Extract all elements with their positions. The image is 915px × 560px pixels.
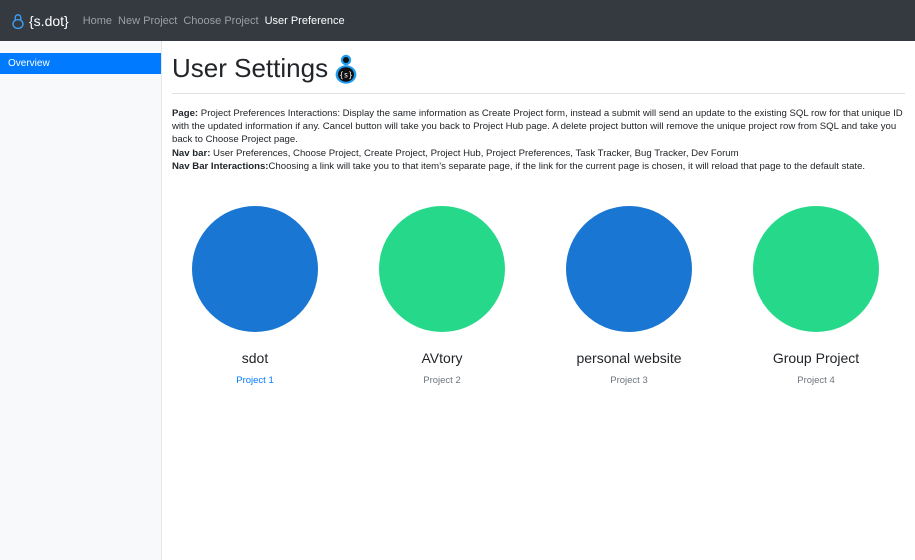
- project-name: Group Project: [772, 350, 860, 366]
- project-circle[interactable]: [379, 206, 505, 332]
- page-desc-line: Page: Project Preferences Interactions: …: [172, 107, 905, 147]
- project-card[interactable]: sdot Project 1: [185, 206, 325, 386]
- page-desc-text: Project Preferences Interactions: Displa…: [172, 108, 903, 146]
- nav-link-home[interactable]: Home: [83, 15, 112, 27]
- sidebar: Overview: [0, 41, 162, 560]
- nav-interactions-text: Choosing a link will take you to that it…: [268, 160, 866, 172]
- lock-person-icon: {s}: [335, 54, 357, 84]
- nav-link-new-project[interactable]: New Project: [118, 15, 177, 27]
- project-link[interactable]: Project 1: [236, 375, 274, 386]
- navbar-desc-label: Nav bar:: [172, 147, 211, 159]
- page-description: Page: Project Preferences Interactions: …: [172, 107, 905, 173]
- navbar-desc-text: User Preferences, Choose Project, Create…: [210, 147, 739, 159]
- main-content: User Settings {s} Page: Project Preferen…: [172, 41, 905, 386]
- navbar-desc-line: Nav bar: User Preferences, Choose Projec…: [172, 147, 905, 160]
- nav-interactions-label: Nav Bar Interactions:: [172, 160, 269, 172]
- project-circle[interactable]: [753, 206, 879, 332]
- top-navbar: {s.dot} Home New Project Choose Project …: [0, 0, 915, 41]
- page-header: User Settings {s}: [172, 50, 905, 94]
- nav-link-user-preference[interactable]: User Preference: [265, 15, 345, 27]
- page-title: User Settings: [172, 53, 329, 83]
- project-sub-label: Project 2: [423, 375, 461, 386]
- project-card[interactable]: AVtory Project 2: [372, 206, 512, 386]
- brand-label: {s.dot}: [29, 12, 69, 29]
- nav-link-choose-project[interactable]: Choose Project: [183, 15, 258, 27]
- sidebar-item-overview[interactable]: Overview: [0, 53, 161, 74]
- lock-person-icon: [12, 13, 24, 29]
- project-card[interactable]: Group Project Project 4: [746, 206, 886, 386]
- project-sub-label: Project 4: [797, 375, 835, 386]
- project-name: sdot: [241, 350, 269, 366]
- brand-link[interactable]: {s.dot}: [12, 13, 69, 29]
- project-circle[interactable]: [192, 206, 318, 332]
- project-name: AVtory: [421, 350, 463, 366]
- project-card[interactable]: personal website Project 3: [559, 206, 699, 386]
- project-circle[interactable]: [566, 206, 692, 332]
- project-name: personal website: [576, 350, 682, 366]
- svg-text:{s}: {s}: [339, 70, 353, 79]
- page-desc-label: Page:: [172, 108, 199, 119]
- nav-interactions-line: Nav Bar Interactions:Choosing a link wil…: [172, 160, 905, 173]
- project-sub-label: Project 3: [610, 375, 648, 386]
